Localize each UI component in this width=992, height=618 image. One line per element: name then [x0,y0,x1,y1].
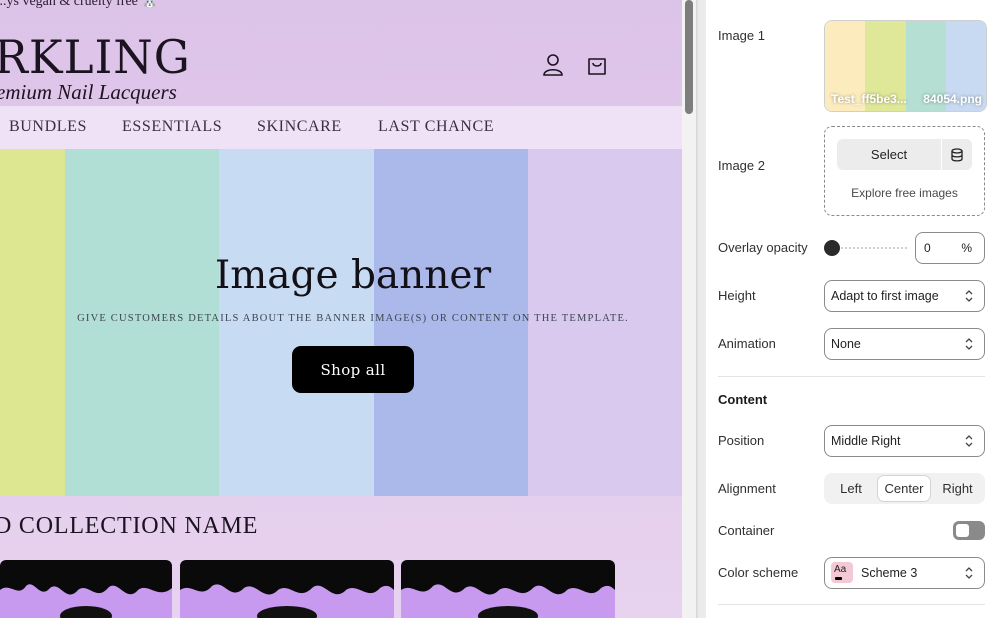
store-logo[interactable]: RKLING [0,34,191,80]
color-scheme-value: Scheme 3 [861,566,918,580]
overlay-opacity-slider[interactable] [833,247,907,249]
container-label: Container [718,523,775,538]
nav-item-skincare[interactable]: SKINCARE [257,118,342,136]
product-card[interactable] [0,560,172,618]
image1-filename: Test_ff5be3... 84054.png [831,92,982,106]
chevron-updown-icon [965,567,973,579]
nav-item-essentials[interactable]: ESSENTIALS [122,118,222,136]
chevron-updown-icon [965,290,973,302]
color-scheme-swatch-bar [835,577,842,580]
settings-panel: Image 1 Test_ff5be3... 84054.png Image 2… [706,0,992,618]
main-navigation: BUNDLES ESSENTIALS SKINCARE LAST CHANCE [0,106,682,149]
animation-value: None [831,337,861,351]
banner-heading: Image banner [214,253,492,298]
alignment-right-button[interactable]: Right [933,476,982,501]
nav-item-last-chance[interactable]: LAST CHANCE [378,118,494,136]
position-value: Middle Right [831,434,901,448]
alignment-segmented-control: Left Center Right [824,473,985,504]
overlay-opacity-unit: % [961,241,972,255]
image1-picker[interactable]: Test_ff5be3... 84054.png [824,20,987,112]
product-image [401,584,615,618]
database-icon [951,147,963,162]
chevron-updown-icon [965,338,973,350]
color-scheme-select[interactable]: Aa Scheme 3 [824,557,985,589]
height-value: Adapt to first image [831,289,939,303]
image1-filename-left: Test_ff5be3... [831,92,907,106]
image1-filename-right: 84054.png [923,92,982,106]
position-label: Position [718,433,765,448]
alignment-center-button[interactable]: Center [878,476,930,501]
alignment-label: Alignment [718,481,776,496]
color-scheme-swatch: Aa [831,562,853,583]
account-icon[interactable] [539,51,567,79]
chevron-updown-icon [965,435,973,447]
position-select[interactable]: Middle Right [824,425,985,457]
banner-subheading: GIVE CUSTOMERS DETAILS ABOUT THE BANNER … [77,313,629,324]
product-image [0,584,172,618]
animation-label: Animation [718,336,776,351]
collection-heading: D COLLECTION NAME [0,513,259,539]
color-scheme-label: Color scheme [718,565,799,580]
height-label: Height [718,288,756,303]
overlay-opacity-value: 0 [924,241,931,255]
image2-library-button[interactable] [942,139,972,170]
image2-label: Image 2 [718,158,765,173]
image1-label: Image 1 [718,28,765,43]
explore-free-images-link[interactable]: Explore free images [825,186,984,200]
alignment-left-button[interactable]: Left [827,476,875,501]
color-scheme-swatch-text: Aa [834,564,847,575]
store-tagline: emium Nail Lacquers [0,80,177,104]
content-section-heading: Content [718,392,768,407]
overlay-opacity-label: Overlay opacity [718,240,808,255]
overlay-opacity-input[interactable]: 0 % [915,232,985,264]
animation-select[interactable]: None [824,328,985,360]
container-toggle-knob [956,524,969,537]
product-card[interactable] [180,560,394,618]
product-image [180,584,394,618]
preview-scrollbar-thumb[interactable] [685,0,693,114]
image2-select-button[interactable]: Select [837,139,941,170]
product-card[interactable] [401,560,615,618]
shop-all-button[interactable]: Shop all [292,346,414,393]
section-divider [718,604,985,605]
container-toggle[interactable] [953,521,985,540]
nav-item-bundles[interactable]: BUNDLES [9,118,87,136]
theme-preview: ...ys vegan & cruelty free 🐰 RKLING emiu… [0,0,682,618]
height-select[interactable]: Adapt to first image [824,280,985,312]
overlay-opacity-slider-knob[interactable] [824,240,840,256]
announcement-bar: ...ys vegan & cruelty free 🐰 [0,0,159,9]
cart-icon[interactable] [583,51,611,79]
section-divider [718,376,985,377]
image2-dropzone[interactable]: Select Explore free images [824,126,985,216]
